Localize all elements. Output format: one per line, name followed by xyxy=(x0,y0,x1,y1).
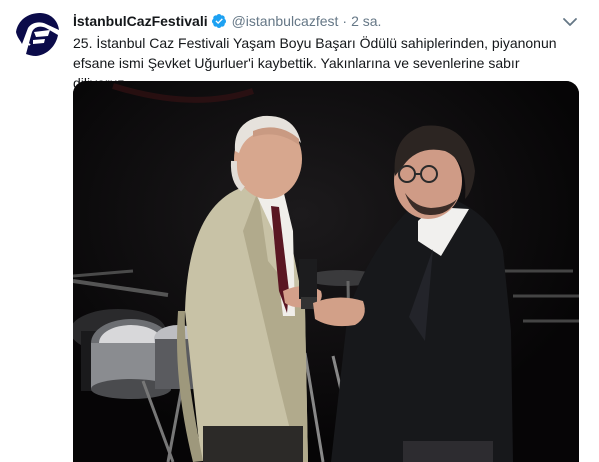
verified-badge-icon xyxy=(211,13,227,29)
chevron-down-icon[interactable] xyxy=(561,13,579,31)
tweet[interactable]: İstanbulCazFestivali @istanbulcazfest · … xyxy=(0,0,599,462)
festival-logo-icon xyxy=(12,10,60,58)
tweet-timestamp[interactable]: 2 sa. xyxy=(351,13,381,29)
tweet-header: İstanbulCazFestivali @istanbulcazfest · … xyxy=(73,11,381,31)
separator-dot: · xyxy=(342,13,348,29)
avatar[interactable] xyxy=(12,10,60,58)
stage-photo xyxy=(73,81,579,462)
display-name[interactable]: İstanbulCazFestivali xyxy=(73,13,208,29)
tweet-photo[interactable] xyxy=(73,81,579,462)
user-handle[interactable]: @istanbulcazfest xyxy=(232,13,339,29)
